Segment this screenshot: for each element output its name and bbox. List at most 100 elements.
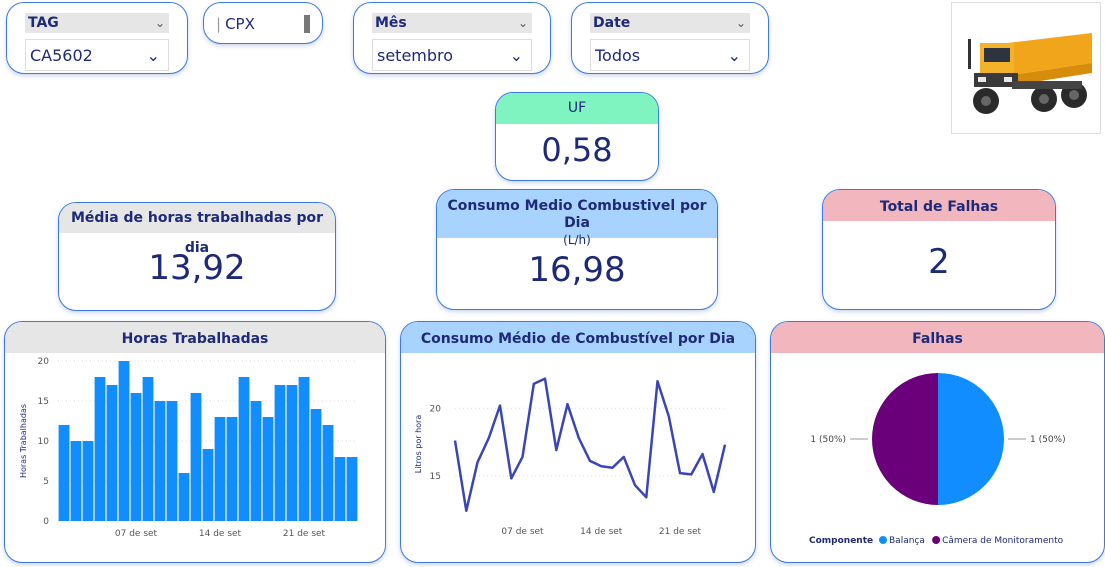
bar bbox=[238, 377, 250, 521]
falhas-chart-title: Falhas bbox=[912, 331, 963, 347]
horas-chart-title: Horas Trabalhadas bbox=[121, 331, 269, 347]
mes-dropdown-value: setembro bbox=[377, 46, 454, 65]
x-tick-label: 07 de set bbox=[115, 529, 158, 539]
chevron-down-icon: ⌄ bbox=[727, 46, 741, 65]
y-tick-label: 20 bbox=[38, 357, 50, 367]
date-slicer-title-text: Date bbox=[593, 15, 631, 31]
consumo-card: Consumo Medio Combustivel por Dia (L/h) … bbox=[436, 189, 718, 310]
bar bbox=[190, 393, 202, 521]
bar bbox=[118, 361, 130, 521]
bar bbox=[154, 401, 166, 521]
consumo-card-header: Consumo Medio Combustivel por Dia (L/h) bbox=[437, 190, 717, 247]
x-tick-label: 21 de set bbox=[283, 529, 326, 539]
consumo-line-chart: 15 20 07 de set 14 de set 21 de set Litros po… bbox=[414, 377, 727, 537]
date-dropdown[interactable]: Todos ⌄ bbox=[590, 39, 750, 71]
bar bbox=[310, 409, 322, 521]
bar bbox=[166, 401, 178, 521]
y-tick-label: 0 bbox=[43, 517, 49, 527]
horas-card: Média de horas trabalhadas por dia 13,92 bbox=[58, 202, 336, 311]
bar bbox=[334, 457, 346, 521]
chevron-down-icon[interactable]: ⌄ bbox=[518, 13, 528, 33]
cpx-search-input[interactable]: | CPX bbox=[216, 13, 312, 35]
falhas-chart-card: Falhas 1 (50%) 1 (50%) Componente Balança Câ… bbox=[770, 321, 1105, 563]
consumo-chart-title: Consumo Médio de Combustível por Dia bbox=[420, 331, 736, 347]
y-tick-label: 5 bbox=[43, 477, 49, 487]
bar bbox=[178, 473, 190, 521]
bar bbox=[106, 385, 118, 521]
horas-card-header: Média de horas trabalhadas por dia bbox=[59, 203, 335, 256]
x-tick-label: 14 de set bbox=[199, 529, 242, 539]
consumo-value: 16,98 bbox=[528, 250, 626, 290]
falhas-value: 2 bbox=[928, 242, 950, 282]
uf-card-header: UF bbox=[496, 93, 658, 124]
consumo-chart-card: Consumo Médio de Combustível por Dia 15 2… bbox=[400, 321, 756, 563]
bar bbox=[286, 385, 298, 521]
data-label: 1 (50%) bbox=[1030, 435, 1066, 445]
tag-slicer-title-text: TAG bbox=[28, 15, 59, 31]
truck-image bbox=[951, 2, 1101, 134]
cpx-search-slicer: | CPX bbox=[203, 2, 323, 44]
scrollbar-handle[interactable] bbox=[304, 15, 310, 33]
pie-slice bbox=[872, 373, 938, 505]
bar bbox=[262, 417, 274, 521]
x-tick-label: 14 de set bbox=[580, 527, 623, 537]
bar bbox=[322, 425, 334, 521]
tag-slicer: TAG ⌄ CA5602 ⌄ bbox=[6, 2, 188, 74]
mes-slicer-title: Mês ⌄ bbox=[372, 13, 532, 33]
dump-truck-icon bbox=[968, 33, 1092, 114]
uf-title: UF bbox=[567, 100, 587, 116]
mes-dropdown[interactable]: setembro ⌄ bbox=[372, 39, 532, 71]
horas-chart-card: Horas Trabalhadas 0 5 10 15 20 07 de set 14 de… bbox=[4, 321, 386, 563]
legend-marker bbox=[932, 536, 941, 544]
y-tick-label: 15 bbox=[38, 397, 49, 407]
bar bbox=[58, 425, 70, 521]
chevron-down-icon[interactable]: ⌄ bbox=[736, 13, 746, 33]
chevron-down-icon: ⌄ bbox=[146, 46, 160, 65]
tag-slicer-title: TAG ⌄ bbox=[25, 13, 169, 33]
bar bbox=[274, 385, 286, 521]
uf-card: UF 0,58 bbox=[495, 92, 659, 181]
date-dropdown-value: Todos bbox=[595, 46, 641, 65]
uf-value: 0,58 bbox=[541, 131, 613, 169]
y-tick-label: 10 bbox=[38, 437, 50, 447]
bar bbox=[130, 393, 142, 521]
cpx-search-value: CPX bbox=[225, 15, 255, 33]
tag-dropdown[interactable]: CA5602 ⌄ bbox=[25, 39, 169, 71]
legend-entry: Balança bbox=[889, 536, 925, 546]
tag-dropdown-value: CA5602 bbox=[30, 46, 93, 65]
consumo-title: Consumo Medio Combustivel por Dia bbox=[447, 198, 707, 231]
chevron-down-icon: ⌄ bbox=[509, 46, 523, 65]
consumo-chart-header: Consumo Médio de Combustível por Dia bbox=[401, 322, 755, 353]
text-cursor-icon: | bbox=[216, 15, 222, 33]
data-label: 1 (50%) bbox=[810, 435, 846, 445]
bar bbox=[70, 441, 82, 521]
legend-entry: Câmera de Monitoramento bbox=[942, 536, 1064, 546]
horas-chart-header: Horas Trabalhadas bbox=[5, 322, 385, 353]
bar bbox=[202, 449, 214, 521]
falhas-chart-header: Falhas bbox=[771, 322, 1104, 353]
y-axis-label: Horas Trabalhadas bbox=[19, 404, 28, 478]
legend-title: Componente bbox=[809, 536, 873, 546]
bar bbox=[346, 457, 358, 521]
horas-bar-chart: 0 5 10 15 20 07 de set 14 de set 21 de set Horas… bbox=[19, 357, 358, 539]
bar bbox=[226, 417, 238, 521]
bar bbox=[94, 377, 106, 521]
chevron-down-icon[interactable]: ⌄ bbox=[155, 13, 165, 33]
x-tick-label: 07 de set bbox=[501, 527, 544, 537]
bar bbox=[250, 401, 262, 521]
legend-marker bbox=[879, 536, 887, 544]
falhas-title: Total de Falhas bbox=[879, 199, 999, 215]
date-slicer-title: Date ⌄ bbox=[590, 13, 750, 33]
falhas-card: Total de Falhas 2 bbox=[822, 189, 1056, 310]
bar bbox=[82, 441, 94, 521]
falhas-pie-chart: 1 (50%) 1 (50%) Componente Balança Câmera de… bbox=[809, 373, 1066, 546]
y-tick-label: 15 bbox=[430, 472, 441, 482]
pie-slice bbox=[938, 373, 1004, 505]
mes-slicer: Mês ⌄ setembro ⌄ bbox=[353, 2, 551, 74]
series-line bbox=[453, 377, 727, 513]
consumo-title-unit: (L/h) bbox=[563, 233, 591, 247]
mes-slicer-title-text: Mês bbox=[375, 15, 407, 31]
bar bbox=[214, 417, 226, 521]
x-tick-label: 21 de set bbox=[659, 527, 702, 537]
bar bbox=[142, 377, 154, 521]
